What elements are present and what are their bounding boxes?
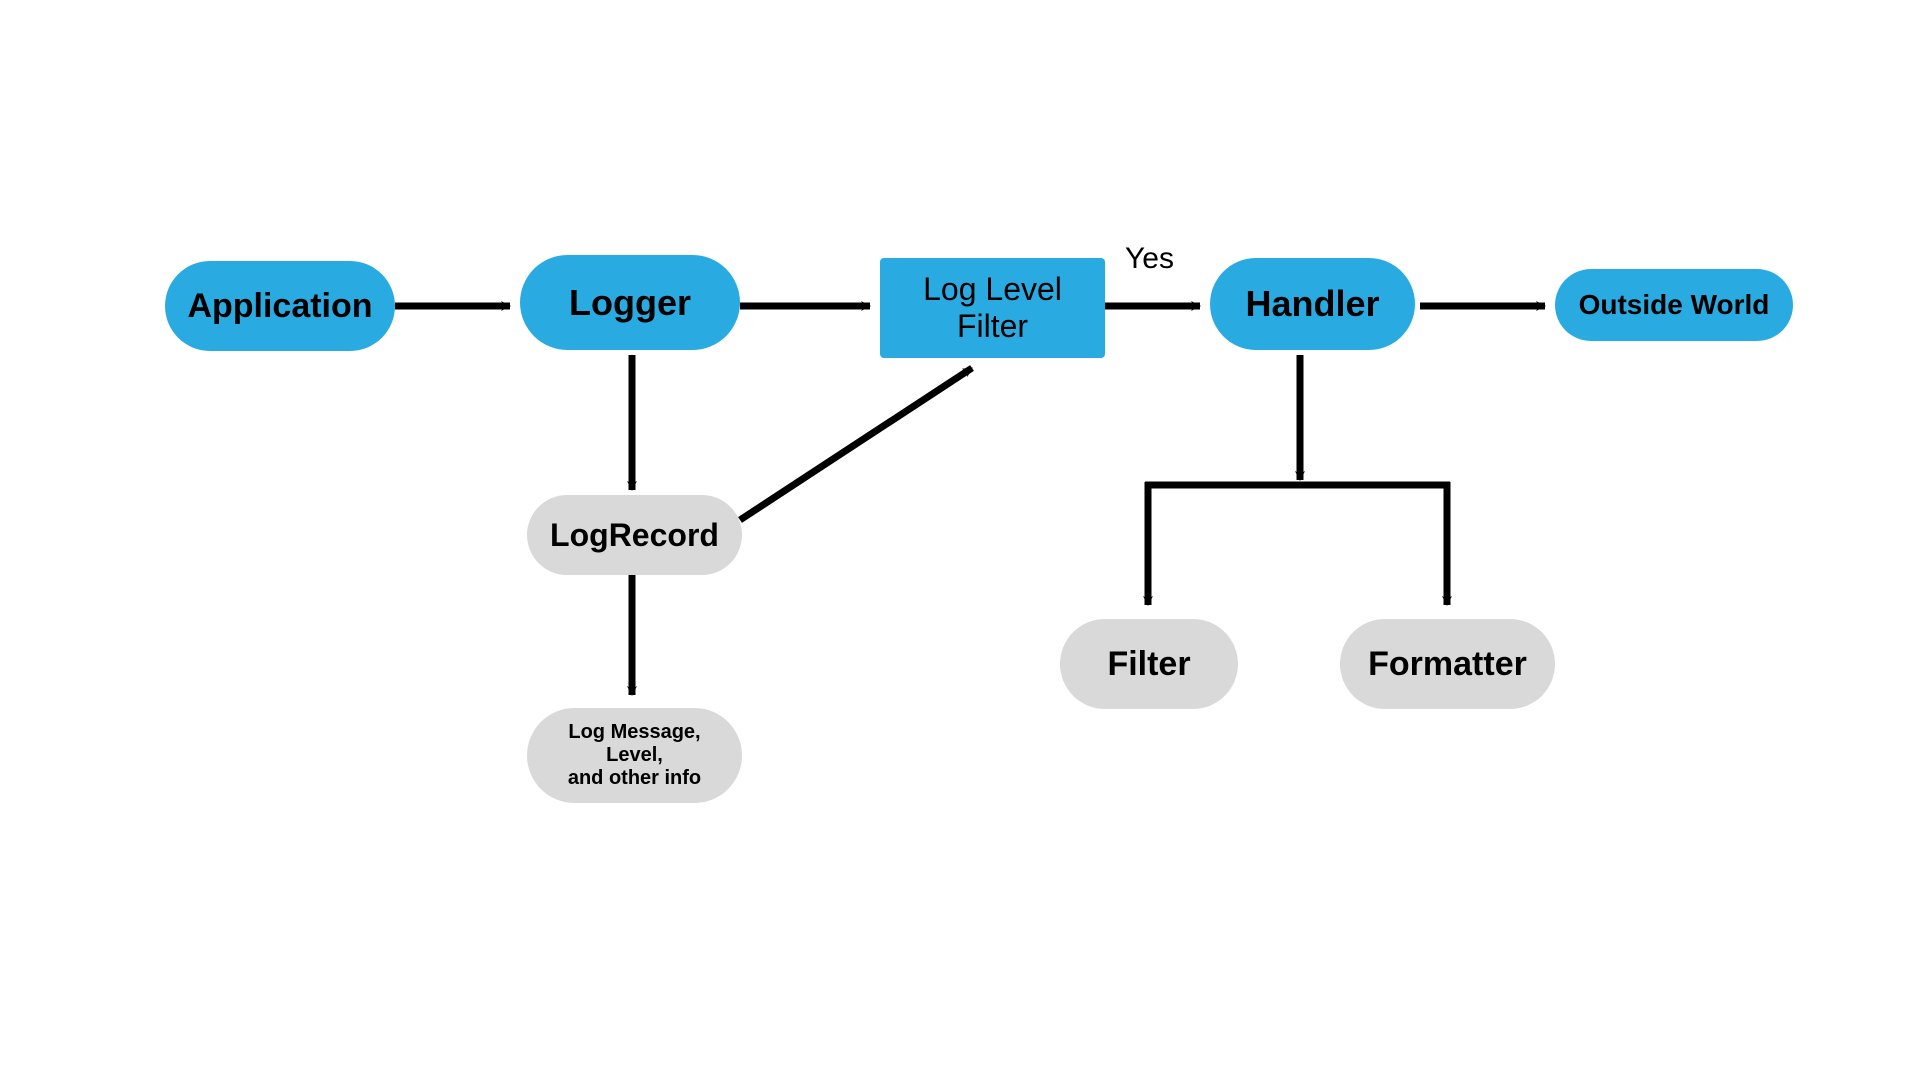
node-filter-label: Filter [1107,645,1190,684]
node-logger: Logger [520,255,740,350]
node-handler-label: Handler [1245,283,1379,325]
arrow-logrecord-to-loglevelfilter [740,368,972,520]
arrow-layer [0,0,1920,1080]
node-loglevelfilter: Log Level Filter [880,258,1105,358]
node-logrecord-label: LogRecord [550,517,719,554]
node-loginfo-label: Log Message, Level, and other info [543,721,726,790]
node-formatter-label: Formatter [1368,645,1527,684]
node-formatter: Formatter [1340,619,1555,709]
node-logrecord: LogRecord [527,495,742,575]
node-loglevelfilter-label: Log Level Filter [923,271,1062,345]
node-loginfo: Log Message, Level, and other info [527,708,742,803]
node-handler: Handler [1210,258,1415,350]
node-filter: Filter [1060,619,1238,709]
node-outsideworld: Outside World [1555,269,1793,341]
node-logger-label: Logger [569,282,691,324]
node-application-label: Application [187,287,372,326]
node-outsideworld-label: Outside World [1579,289,1770,321]
node-application: Application [165,261,395,351]
edge-label-yes: Yes [1125,242,1174,276]
